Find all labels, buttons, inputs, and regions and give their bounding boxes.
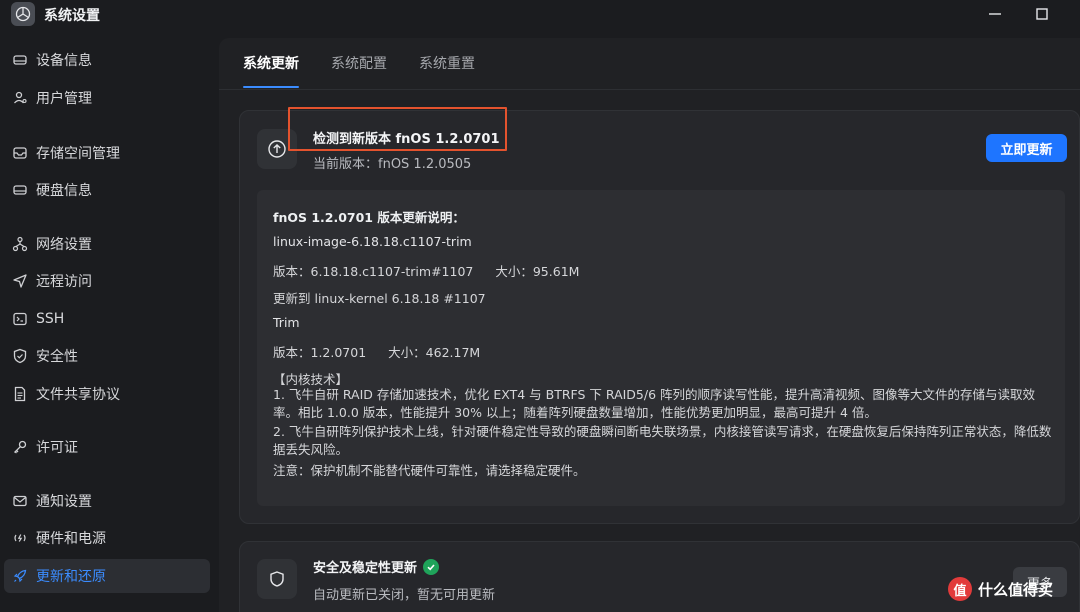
- sidebar: 设备信息 用户管理 存储空间管理 硬盘信息 网络设置 远程访问 SSH 安全性 …: [0, 38, 218, 612]
- sidebar-item-update-restore[interactable]: 更新和还原: [4, 559, 210, 593]
- send-icon: [12, 273, 28, 289]
- tab-system-config[interactable]: 系统配置: [331, 38, 387, 88]
- kernel-note-2: 2. 飞牛自研阵列保护技术上线，针对硬件稳定性导致的硬盘瞬间断电失联场景，内核接…: [273, 424, 1052, 457]
- update-now-button[interactable]: 立即更新: [986, 134, 1067, 162]
- current-version: 当前版本：fnOS 1.2.0505: [313, 157, 472, 172]
- sidebar-item-label: 存储空间管理: [36, 146, 120, 162]
- mail-icon: [12, 493, 28, 509]
- package-version-row: 版本：1.2.0701 大小：462.17M: [273, 342, 480, 361]
- device-icon: [12, 52, 28, 68]
- sidebar-item-label: SSH: [36, 311, 65, 327]
- main-panel: 系统更新 系统配置 系统重置 检测到新版本 fnOS 1.2.0701 当前版本…: [219, 38, 1080, 612]
- sidebar-item-file-sharing[interactable]: 文件共享协议: [4, 377, 210, 411]
- security-title: 安全及稳定性更新: [313, 557, 440, 576]
- sidebar-item-device-info[interactable]: 设备信息: [4, 43, 210, 77]
- sidebar-item-label: 远程访问: [36, 274, 92, 290]
- package-update-target: 更新到 linux-kernel 6.18.18 #1107: [273, 291, 486, 306]
- sidebar-item-hardware-power[interactable]: 硬件和电源: [4, 521, 210, 555]
- sidebar-item-label: 安全性: [36, 349, 78, 365]
- check-circle-icon: [423, 558, 440, 575]
- sidebar-item-label: 更新和还原: [36, 569, 106, 585]
- storage-icon: [12, 145, 28, 161]
- sidebar-item-label: 用户管理: [36, 91, 92, 107]
- terminal-icon: [12, 311, 28, 327]
- sidebar-item-notifications[interactable]: 通知设置: [4, 484, 210, 518]
- tab-system-reset[interactable]: 系统重置: [419, 38, 475, 88]
- sidebar-item-network[interactable]: 网络设置: [4, 227, 210, 261]
- shield-icon: [12, 348, 28, 364]
- kernel-warning: 注意：保护机制不能替代硬件可靠性，请选择稳定硬件。: [273, 463, 586, 478]
- tab-bar: 系统更新 系统配置 系统重置: [243, 38, 507, 88]
- update-card: 检测到新版本 fnOS 1.2.0701 当前版本：fnOS 1.2.0505 …: [239, 107, 1080, 524]
- package-size: 大小：462.17M: [388, 345, 481, 360]
- watermark: 值 什么值得买: [948, 574, 1053, 604]
- highlight-annotation: [288, 107, 507, 151]
- key-icon: [12, 439, 28, 455]
- sidebar-item-label: 通知设置: [36, 494, 92, 510]
- disk-icon: [12, 182, 28, 198]
- file-icon: [12, 386, 28, 402]
- tab-system-update[interactable]: 系统更新: [243, 38, 299, 88]
- sidebar-item-disk-info[interactable]: 硬盘信息: [4, 173, 210, 207]
- maximize-icon[interactable]: [1029, 3, 1055, 25]
- window-title: 系统设置: [44, 8, 100, 24]
- security-subtitle: 自动更新已关闭，暂无可用更新: [313, 588, 496, 603]
- sidebar-item-ssh[interactable]: SSH: [4, 302, 210, 336]
- package-name: Trim: [273, 315, 300, 330]
- sidebar-item-user-management[interactable]: 用户管理: [4, 81, 210, 115]
- package-version: 版本：6.18.18.c1107-trim#1107: [273, 264, 474, 279]
- watermark-logo-icon: 值: [948, 577, 972, 601]
- package-size: 大小：95.61M: [495, 264, 580, 279]
- sidebar-item-label: 网络设置: [36, 237, 92, 253]
- package-version-row: 版本：6.18.18.c1107-trim#1107 大小：95.61M: [273, 261, 579, 280]
- package-name: linux-image-6.18.18.c1107-trim: [273, 234, 472, 249]
- kernel-note-1: 1. 飞牛自研 RAID 存储加速技术，优化 EXT4 与 BTRFS 下 RA…: [273, 387, 1036, 420]
- sidebar-item-label: 硬件和电源: [36, 531, 106, 547]
- watermark-text: 什么值得买: [978, 580, 1054, 599]
- sidebar-item-security[interactable]: 安全性: [4, 339, 210, 373]
- package-version: 版本：1.2.0701: [273, 345, 367, 360]
- release-notes: fnOS 1.2.0701 版本更新说明： linux-image-6.18.1…: [257, 190, 1065, 506]
- minimize-icon[interactable]: [982, 3, 1008, 25]
- sidebar-item-license[interactable]: 许可证: [4, 430, 210, 464]
- notes-heading: fnOS 1.2.0701 版本更新说明：: [273, 210, 465, 225]
- sidebar-item-remote-access[interactable]: 远程访问: [4, 264, 210, 298]
- rocket-icon: [12, 568, 28, 584]
- shield-icon: [257, 559, 297, 599]
- network-icon: [12, 236, 28, 252]
- title-bar: 系统设置: [0, 0, 1080, 30]
- app-logo-icon: [11, 2, 35, 26]
- security-title-text: 安全及稳定性更新: [313, 561, 418, 576]
- sidebar-item-storage[interactable]: 存储空间管理: [4, 136, 210, 170]
- power-icon: [12, 530, 28, 546]
- sidebar-item-label: 硬盘信息: [36, 183, 92, 199]
- users-icon: [12, 90, 28, 106]
- sidebar-item-label: 设备信息: [36, 53, 92, 69]
- sidebar-item-label: 许可证: [36, 440, 78, 456]
- sidebar-item-label: 文件共享协议: [36, 387, 120, 403]
- tab-divider: [219, 89, 1080, 90]
